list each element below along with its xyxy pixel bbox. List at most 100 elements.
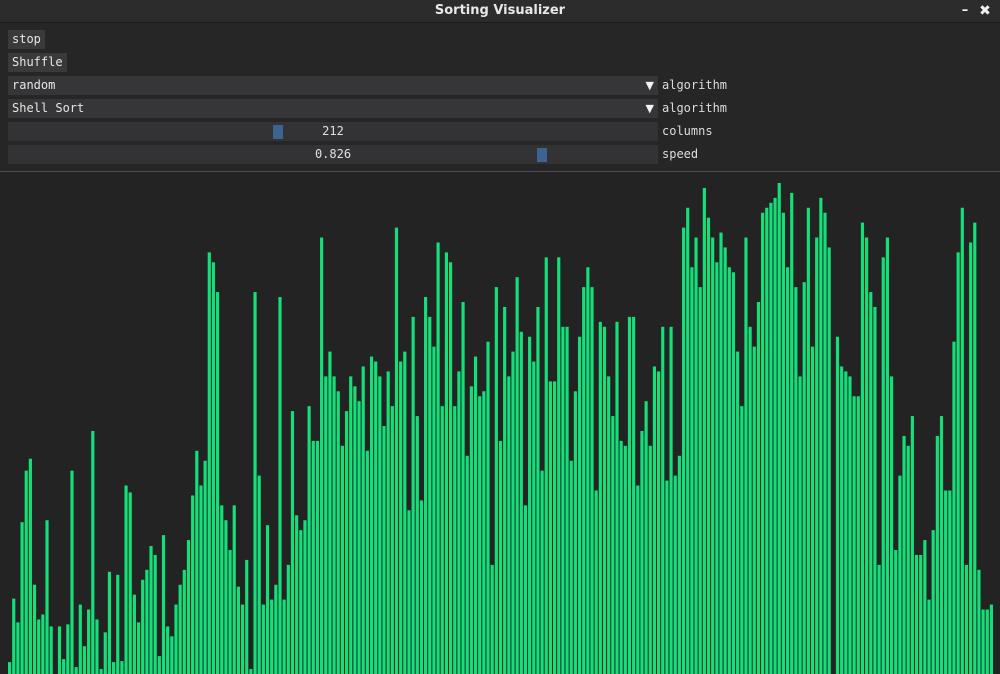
bar (494, 287, 498, 674)
bar (740, 406, 744, 674)
bar (632, 316, 636, 674)
bar (78, 604, 82, 674)
data-pattern-value: random (12, 78, 56, 92)
bar (611, 416, 615, 674)
bar (324, 376, 328, 674)
stop-button[interactable]: stop (8, 30, 45, 49)
bar (45, 520, 49, 674)
bar (290, 411, 295, 674)
bar (428, 316, 432, 674)
bar (640, 430, 644, 674)
bar (673, 475, 677, 674)
bar (756, 302, 761, 674)
bar (835, 336, 840, 674)
bar (956, 252, 960, 674)
bar (736, 351, 740, 674)
bar (544, 257, 548, 674)
bar (203, 460, 207, 674)
bar (245, 559, 249, 674)
data-pattern-select[interactable]: random ▼ (8, 76, 658, 95)
bar (860, 222, 865, 674)
bar (195, 450, 199, 674)
bar (8, 662, 12, 674)
bar (939, 416, 944, 674)
bar (557, 257, 561, 674)
bar (57, 626, 62, 674)
bar (461, 302, 465, 674)
bar (511, 351, 515, 674)
bar (777, 182, 781, 674)
bar (124, 485, 128, 674)
bar (199, 485, 203, 674)
bar (553, 381, 557, 674)
bar (216, 292, 220, 674)
bar (91, 430, 95, 674)
bar (136, 622, 141, 674)
bar (902, 435, 906, 674)
bar (665, 480, 669, 674)
bar (444, 252, 448, 674)
window-title: Sorting Visualizer (434, 3, 566, 18)
bar (919, 554, 923, 674)
bar (819, 197, 823, 674)
bar (906, 445, 910, 674)
minimize-icon[interactable]: – (956, 0, 974, 22)
bar (407, 510, 411, 674)
bar (894, 550, 898, 674)
bar (931, 530, 935, 674)
bar (898, 475, 902, 674)
bar (540, 470, 544, 674)
bar (723, 247, 727, 674)
bar (12, 598, 16, 674)
bar (856, 396, 860, 674)
bar (677, 455, 681, 674)
bar (253, 292, 257, 674)
bar (161, 535, 166, 674)
bar (848, 376, 852, 674)
bar (411, 316, 415, 674)
speed-label: speed (662, 147, 699, 161)
bar (694, 237, 698, 674)
bar (286, 564, 290, 674)
bar (748, 326, 752, 674)
bar (873, 306, 877, 674)
bar (344, 411, 349, 674)
bar (927, 599, 931, 674)
speed-slider[interactable]: 0.826 (8, 145, 658, 164)
bar (107, 571, 112, 674)
bar (457, 371, 461, 674)
sort-algorithm-label: algorithm (662, 101, 728, 115)
bar (16, 622, 20, 674)
chevron-down-icon[interactable]: ▼ (646, 99, 654, 118)
bar (569, 460, 573, 674)
bar (453, 406, 457, 674)
bar (619, 440, 623, 674)
bar (935, 435, 939, 674)
bar (657, 371, 661, 674)
sort-algorithm-value: Shell Sort (12, 101, 85, 115)
bar (582, 287, 586, 674)
columns-slider[interactable]: 212 (8, 122, 658, 141)
sort-algorithm-select[interactable]: Shell Sort ▼ (8, 99, 658, 118)
bar (644, 401, 648, 674)
bar (174, 604, 178, 674)
close-icon[interactable]: ✖ (976, 0, 994, 22)
chevron-down-icon[interactable]: ▼ (646, 76, 654, 95)
controls-panel: stop Shuffle random ▼ algorithm Shell So… (0, 23, 1000, 171)
bar (810, 346, 815, 674)
bar (765, 207, 769, 674)
bar (357, 401, 361, 674)
bar (20, 522, 24, 674)
bar (623, 445, 627, 674)
shuffle-button[interactable]: Shuffle (8, 53, 67, 72)
bar (365, 450, 369, 674)
bar (761, 212, 765, 674)
bar (952, 341, 956, 674)
bar (790, 192, 794, 674)
bar (785, 267, 790, 674)
bar (270, 599, 274, 674)
bar (232, 505, 236, 674)
bar (840, 366, 844, 674)
bar (702, 187, 706, 674)
bar (28, 458, 32, 674)
